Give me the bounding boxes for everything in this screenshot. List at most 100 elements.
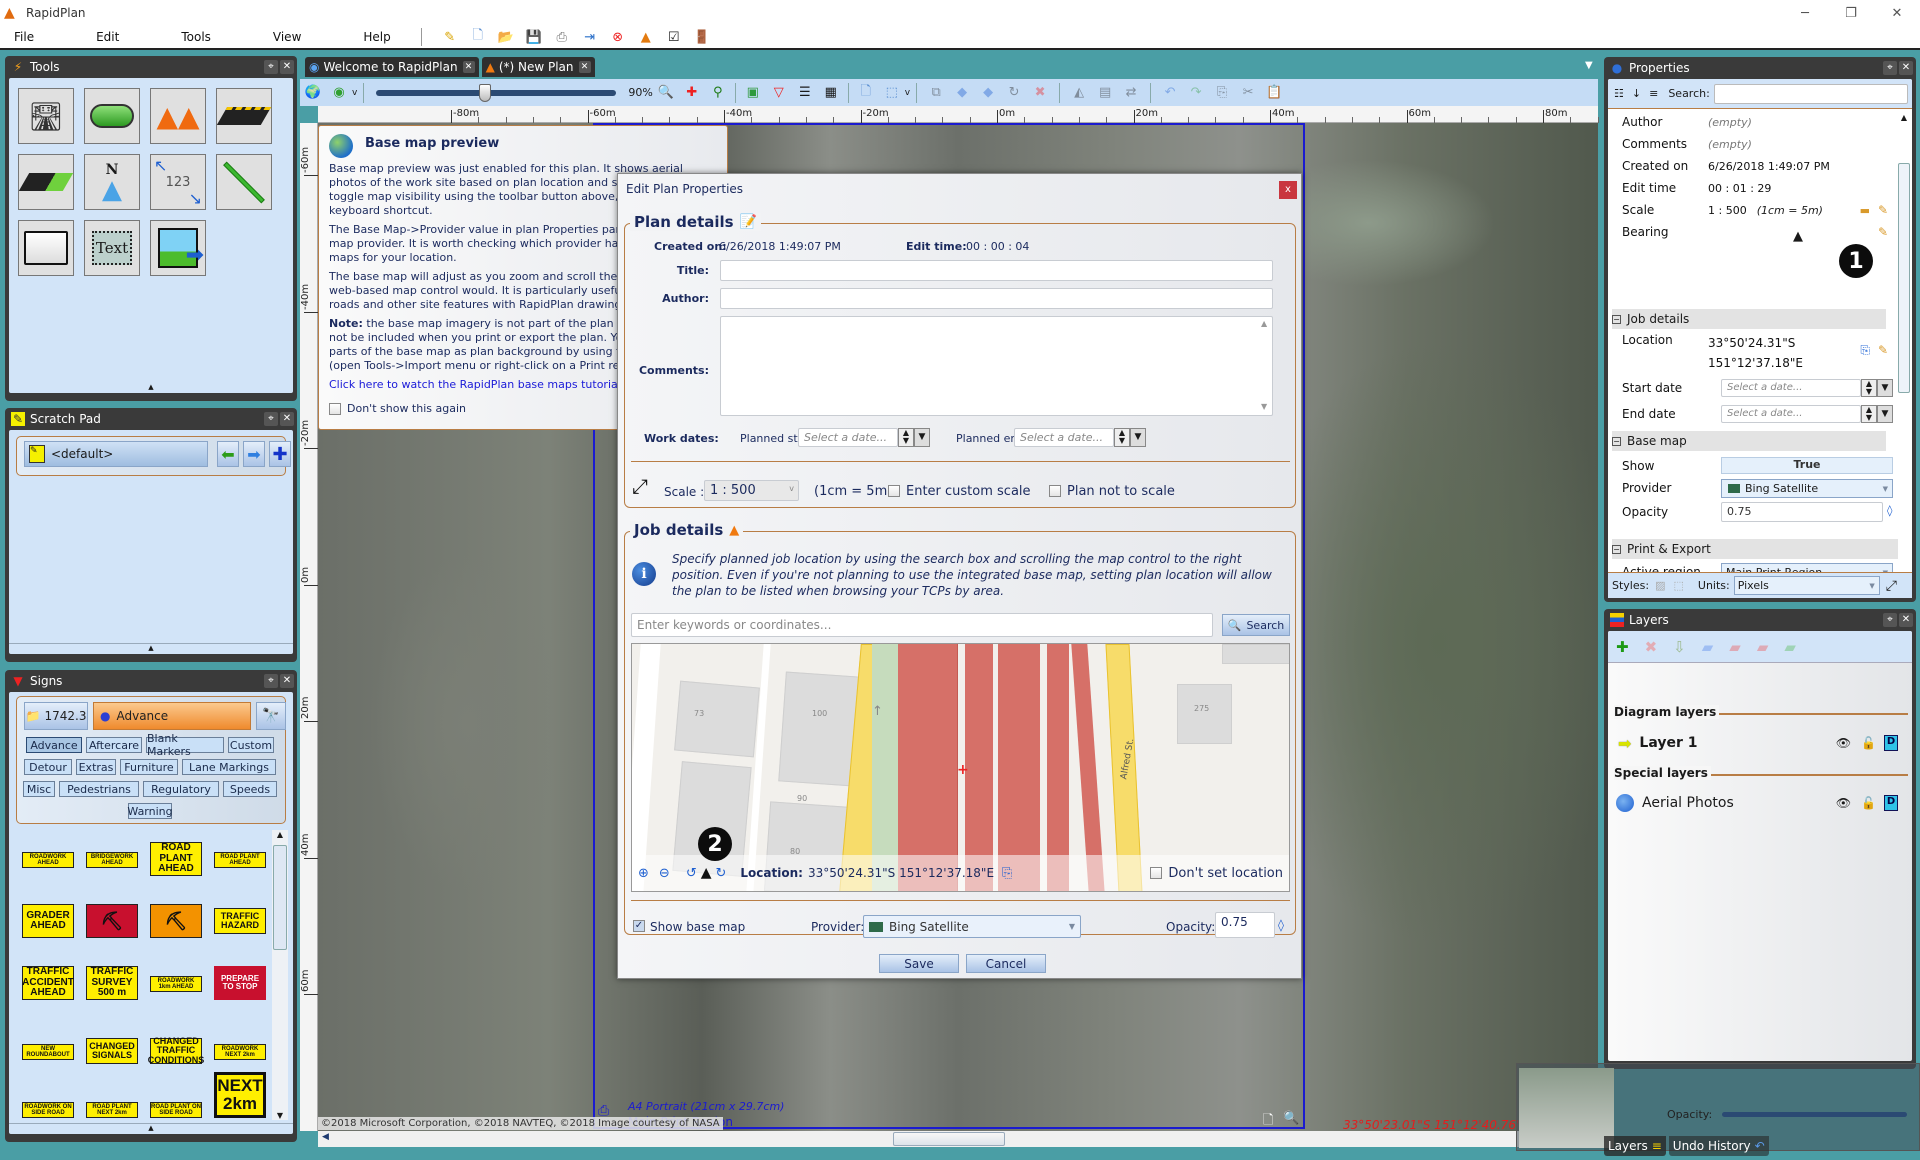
dialog-close-button[interactable]: x bbox=[1279, 181, 1297, 199]
close-window-button[interactable]: ✕ bbox=[1874, 0, 1920, 26]
sign-library-button[interactable]: 📁 1742.3 bbox=[24, 702, 88, 730]
planned-end-input[interactable]: Select a date... bbox=[1014, 428, 1114, 447]
collapse-icon[interactable]: − bbox=[1612, 436, 1621, 446]
sign-item[interactable]: ⛏ bbox=[150, 904, 202, 938]
eye-icon[interactable]: 👁 bbox=[1836, 796, 1851, 810]
compass-icon[interactable]: ⚲ bbox=[709, 84, 727, 102]
sign-item[interactable]: GRADER AHEAD bbox=[22, 904, 74, 938]
sign-item[interactable]: TRAFFIC SURVEY 500 m bbox=[86, 966, 138, 1000]
delete-layer-icon[interactable]: ✖ bbox=[1645, 638, 1658, 656]
layer-bottom-icon[interactable]: ▰ bbox=[1784, 638, 1796, 656]
dropdown-icon[interactable]: v bbox=[352, 88, 357, 98]
show-base-map-toggle[interactable]: True bbox=[1721, 457, 1893, 474]
scroll-up-icon[interactable]: ▲ bbox=[272, 830, 288, 839]
sign-item[interactable]: TRAFFIC HAZARD bbox=[214, 908, 266, 934]
scroll-thumb[interactable] bbox=[1898, 163, 1910, 393]
pin-icon[interactable]: ⌖ bbox=[1883, 613, 1897, 627]
add-layer-icon[interactable]: ✚ bbox=[1616, 638, 1629, 656]
sign-category-select[interactable]: ● Advance bbox=[93, 702, 251, 730]
property-value[interactable]: (empty) bbox=[1708, 116, 1752, 129]
scroll-up-icon[interactable]: ▲ bbox=[1898, 113, 1910, 122]
legend-icon[interactable]: ☰ bbox=[796, 84, 814, 102]
end-date-dropdown[interactable]: ▼ bbox=[1877, 405, 1893, 423]
dimension-tool[interactable]: ↖ 123 ↘ bbox=[150, 154, 206, 210]
layer-mode-icon[interactable]: ◉ bbox=[330, 84, 348, 102]
provider-select[interactable]: Bing Satellite ▼ bbox=[863, 915, 1081, 938]
sign-item[interactable]: CHANGED SIGNALS bbox=[86, 1038, 138, 1064]
bring-forward-icon[interactable]: ◆ bbox=[953, 84, 971, 102]
ruler-icon[interactable]: ▬ bbox=[1860, 204, 1870, 217]
tab-new-plan[interactable]: ▲ (*) New Plan ✕ bbox=[481, 57, 595, 77]
sign-item[interactable]: BRIDGEWORK AHEAD bbox=[86, 852, 138, 868]
planned-end-spinner[interactable]: ▲ ▼ bbox=[1114, 428, 1130, 447]
custom-scale-checkbox[interactable] bbox=[888, 485, 900, 497]
job-details-section[interactable]: − Job details bbox=[1612, 309, 1886, 329]
properties-scrollbar[interactable]: ▲ bbox=[1898, 113, 1910, 598]
sign-category-button[interactable]: Warning bbox=[127, 803, 173, 819]
comments-scroll-up-icon[interactable]: ▲ bbox=[1261, 319, 1267, 328]
sign-icon[interactable]: ▽ bbox=[770, 84, 788, 102]
pin-icon[interactable]: ⌖ bbox=[264, 60, 278, 74]
lock-icon[interactable]: 🔓 bbox=[1861, 796, 1876, 810]
sign-item[interactable]: PREPARE TO STOP bbox=[214, 966, 266, 1000]
sign-category-button[interactable]: Custom bbox=[228, 737, 274, 753]
menu-edit[interactable]: Edit bbox=[96, 30, 119, 44]
layers-opacity-slider[interactable] bbox=[1722, 1112, 1907, 1117]
cone-worker-icon[interactable]: ▲ bbox=[637, 28, 655, 46]
sign-category-button[interactable]: Extras bbox=[76, 759, 116, 775]
menu-tools[interactable]: Tools bbox=[181, 30, 211, 44]
new-from-template-icon[interactable]: ✎ bbox=[441, 28, 459, 46]
print-region-icon[interactable]: ⬚ bbox=[883, 84, 901, 102]
close-icon[interactable]: ✕ bbox=[280, 60, 294, 74]
panel-resize-grip[interactable]: ▲ bbox=[9, 1123, 293, 1132]
opacity-input[interactable]: 0.75 bbox=[1721, 502, 1883, 522]
dropdown-icon[interactable]: v bbox=[905, 88, 910, 98]
page-icon[interactable]: 🗋 bbox=[857, 84, 875, 102]
pin-icon[interactable]: ⌖ bbox=[264, 412, 278, 426]
zoom-slider[interactable] bbox=[376, 83, 617, 102]
sign-item[interactable]: ROADWORK NEXT 2km bbox=[214, 1044, 266, 1060]
location-search-button[interactable]: 🔍 Search bbox=[1222, 614, 1290, 636]
alphabetical-icon[interactable]: ≡ bbox=[1649, 87, 1658, 100]
panel-resize-grip[interactable]: ▲ bbox=[9, 383, 293, 391]
style-save-icon[interactable]: ⬚ bbox=[1673, 579, 1683, 592]
layer-display-icon[interactable]: D bbox=[1884, 795, 1898, 811]
layer-top-icon[interactable]: ▰ bbox=[1757, 638, 1769, 656]
redo-icon[interactable]: ↷ bbox=[1187, 84, 1205, 102]
menu-help[interactable]: Help bbox=[363, 30, 390, 44]
eye-icon[interactable]: 👁 bbox=[1836, 736, 1851, 750]
base-map-section[interactable]: − Base map bbox=[1612, 431, 1886, 451]
layer-display-icon[interactable]: D bbox=[1884, 735, 1898, 751]
close-red-icon[interactable]: ⊗ bbox=[609, 28, 627, 46]
line-tool[interactable] bbox=[216, 154, 272, 210]
image-icon[interactable]: ▣ bbox=[744, 84, 762, 102]
planned-end-dropdown[interactable]: ▼ bbox=[1130, 428, 1146, 447]
sign-category-button[interactable]: Regulatory bbox=[143, 781, 219, 797]
tab-layers[interactable]: Layers ≡ bbox=[1604, 1136, 1666, 1156]
add-scratch-button[interactable]: ✚ bbox=[269, 441, 291, 467]
menu-view[interactable]: View bbox=[273, 30, 301, 44]
rotate-icon[interactable]: ↻ bbox=[1005, 84, 1023, 102]
end-date-spinner[interactable]: ▲ ▼ bbox=[1861, 405, 1877, 423]
delete-icon[interactable]: ✖ bbox=[1031, 84, 1049, 102]
property-value[interactable]: (empty) bbox=[1708, 138, 1752, 151]
canvas-horizontal-scrollbar[interactable]: ◀ bbox=[318, 1131, 1598, 1147]
print-icon[interactable]: ⎙ bbox=[553, 28, 571, 46]
move-layer-down-icon[interactable]: ▰ bbox=[1729, 638, 1741, 656]
scroll-left-icon[interactable]: ◀ bbox=[322, 1132, 329, 1142]
layer-row[interactable]: Aerial Photos 👁 🔓 D bbox=[1616, 791, 1908, 815]
close-icon[interactable]: ✕ bbox=[1899, 613, 1913, 627]
send-back-icon[interactable]: ◆ bbox=[979, 84, 997, 102]
style-brush-icon[interactable]: ▨ bbox=[1655, 579, 1665, 592]
cut-icon[interactable]: ✂ bbox=[1239, 84, 1257, 102]
close-icon[interactable]: ✕ bbox=[280, 674, 294, 688]
next-scratch-button[interactable]: ➡ bbox=[243, 441, 265, 467]
pin-icon[interactable]: ⌖ bbox=[264, 674, 278, 688]
center-icon[interactable]: ✚ bbox=[683, 84, 701, 102]
expand-icon[interactable]: ⤢ bbox=[1886, 578, 1897, 594]
edit-pencil-icon[interactable]: ✎ bbox=[1878, 225, 1888, 239]
road-area-tool[interactable] bbox=[18, 154, 74, 210]
sign-item[interactable]: ROADWORK ON SIDE ROAD bbox=[22, 1102, 74, 1118]
sign-category-button[interactable]: Detour bbox=[24, 759, 72, 775]
page-preview-icon[interactable]: 🔍 bbox=[1283, 1111, 1299, 1126]
